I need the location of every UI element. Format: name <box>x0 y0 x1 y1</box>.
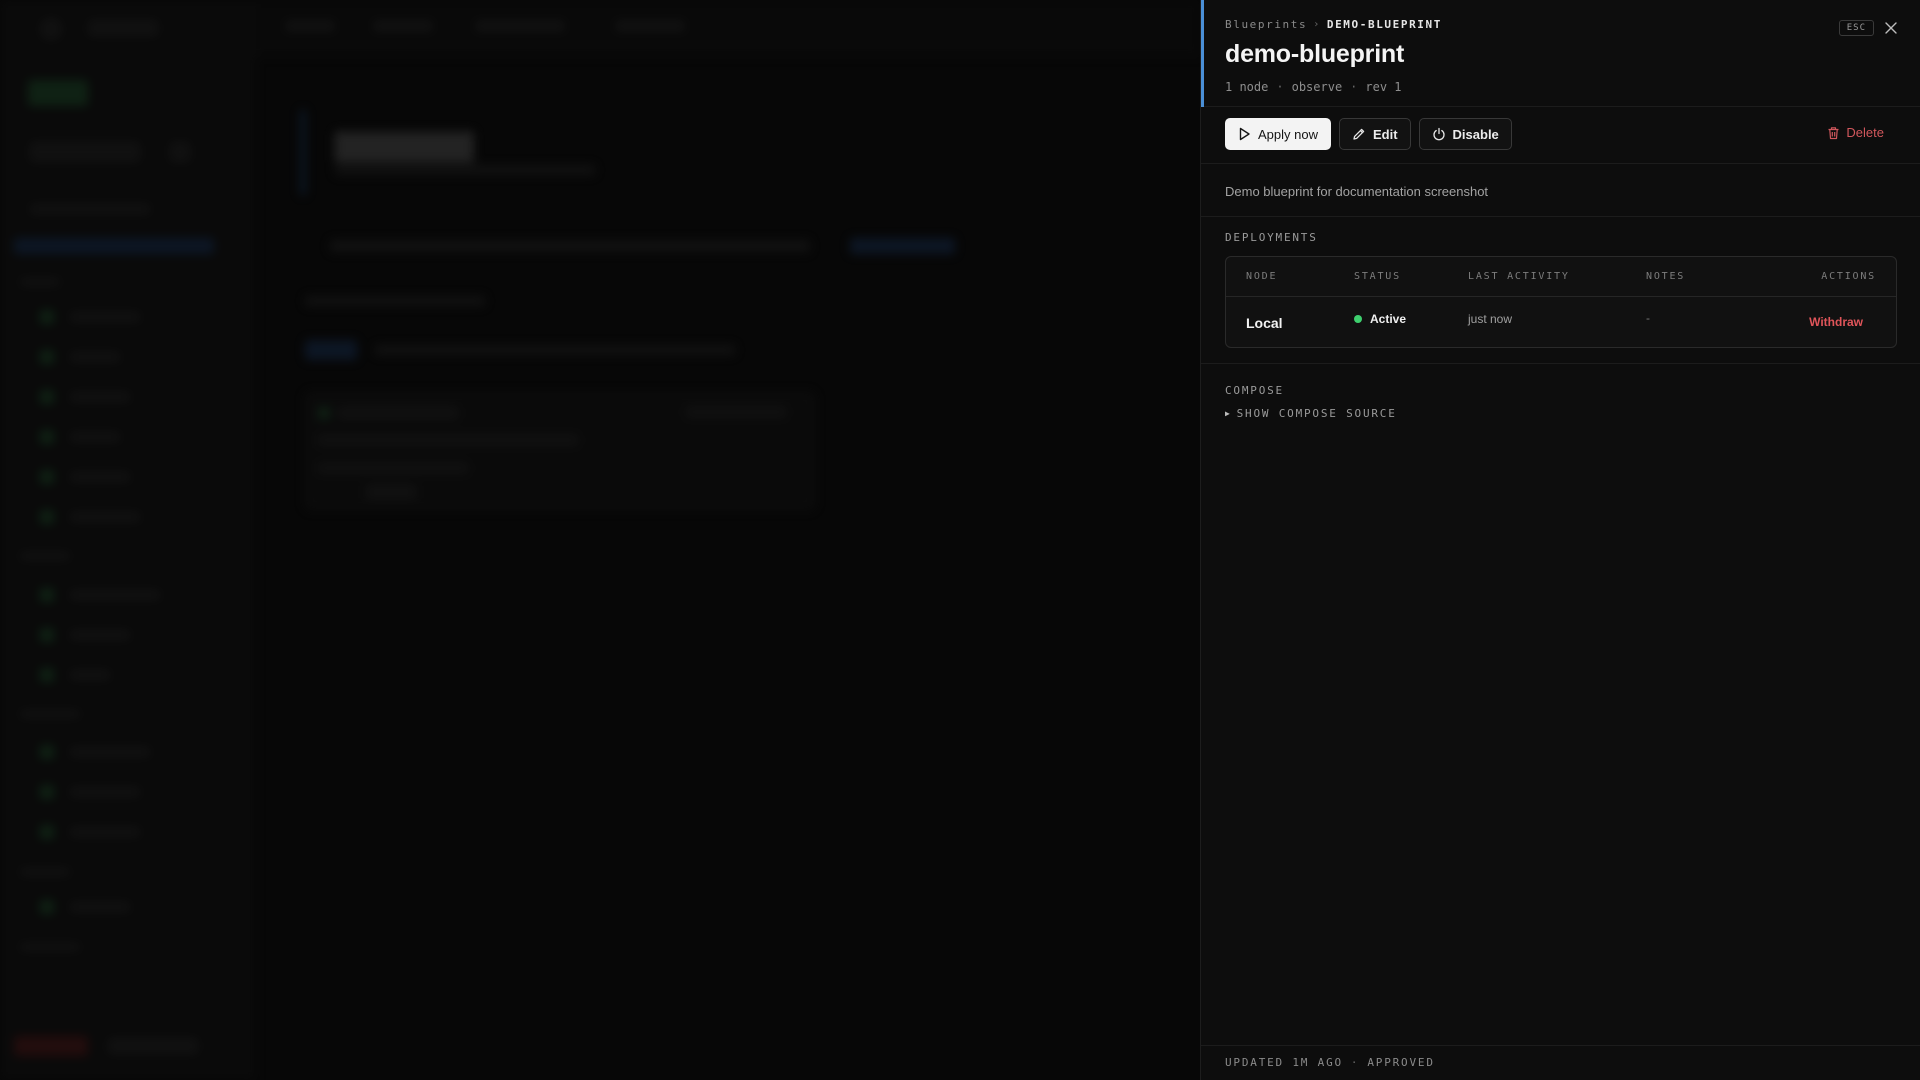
meta-revision: rev 1 <box>1365 80 1402 94</box>
blueprint-drawer: Blueprints › DEMO-BLUEPRINT demo-bluepri… <box>1200 0 1920 1080</box>
apply-now-label: Apply now <box>1258 126 1318 142</box>
last-activity: just now <box>1468 312 1513 326</box>
delete-label: Delete <box>1846 125 1884 140</box>
column-header-notes: NOTES <box>1646 271 1686 282</box>
breadcrumb-current: DEMO-BLUEPRINT <box>1326 18 1442 31</box>
drawer-footer: UPDATED 1M AGO · APPROVED <box>1201 1045 1920 1080</box>
meta-separator: · <box>1350 80 1358 94</box>
meta-separator: · <box>1276 80 1284 94</box>
column-header-last-activity: LAST ACTIVITY <box>1468 271 1570 282</box>
show-compose-source-toggle[interactable]: ▶ SHOW COMPOSE SOURCE <box>1225 407 1896 420</box>
blueprint-description: Demo blueprint for documentation screens… <box>1201 164 1920 217</box>
footer-separator: · <box>1350 1056 1360 1069</box>
deployments-heading: DEPLOYMENTS <box>1225 231 1318 244</box>
pencil-icon <box>1353 128 1365 140</box>
notes-value: - <box>1646 311 1650 325</box>
drawer-header: Blueprints › DEMO-BLUEPRINT demo-bluepri… <box>1201 0 1920 107</box>
compose-toggle-label: SHOW COMPOSE SOURCE <box>1236 407 1397 420</box>
page-title: demo-blueprint <box>1225 40 1405 68</box>
close-button[interactable] <box>1882 19 1900 37</box>
apply-now-button[interactable]: Apply now <box>1225 118 1331 150</box>
column-header-node: NODE <box>1246 271 1278 282</box>
disable-button[interactable]: Disable <box>1418 118 1512 150</box>
deployments-section: DEPLOYMENTS NODE STATUS LAST ACTIVITY NO… <box>1201 217 1920 364</box>
breadcrumb-root-link[interactable]: Blueprints <box>1225 18 1307 31</box>
edit-label: Edit <box>1372 126 1398 142</box>
status-dot-icon <box>1354 315 1362 323</box>
action-toolbar: Apply now Edit Disable Delete <box>1201 107 1920 164</box>
updated-timestamp: UPDATED 1M AGO <box>1225 1056 1343 1069</box>
background-topbar <box>255 0 1200 56</box>
table-row: Local Active just now - Withdraw <box>1226 297 1896 347</box>
blueprint-meta: 1 node · observe · rev 1 <box>1225 80 1896 94</box>
background-card <box>305 392 815 510</box>
header-accent-bar <box>1201 0 1204 107</box>
compose-section: COMPOSE ▶ SHOW COMPOSE SOURCE <box>1201 364 1920 420</box>
caret-right-icon: ▶ <box>1225 409 1232 418</box>
close-icon <box>1885 22 1897 34</box>
table-header: NODE STATUS LAST ACTIVITY NOTES ACTIONS <box>1226 257 1896 297</box>
compose-heading: COMPOSE <box>1225 384 1284 397</box>
edit-button[interactable]: Edit <box>1338 118 1411 150</box>
power-icon <box>1432 127 1445 141</box>
node-name: Local <box>1246 315 1283 331</box>
approval-state: APPROVED <box>1367 1056 1435 1069</box>
breadcrumb: Blueprints › DEMO-BLUEPRINT <box>1225 18 1896 31</box>
deployments-table: NODE STATUS LAST ACTIVITY NOTES ACTIONS … <box>1225 256 1897 348</box>
delete-button[interactable]: Delete <box>1827 125 1884 140</box>
breadcrumb-separator: › <box>1313 19 1321 30</box>
esc-hint-badge: ESC <box>1838 20 1874 36</box>
column-header-status: STATUS <box>1354 271 1401 282</box>
trash-icon <box>1828 126 1839 139</box>
status-badge: Active <box>1354 312 1468 326</box>
background-title: ▇▇▇▇▇▇ <box>335 129 474 162</box>
background-sidebar <box>0 0 255 1080</box>
column-header-actions: ACTIONS <box>1821 271 1876 282</box>
withdraw-button[interactable]: Withdraw <box>1809 315 1876 329</box>
meta-mode: observe <box>1291 80 1343 94</box>
background-app: ▇▇▇▇▇▇ <box>0 0 1200 1080</box>
disable-label: Disable <box>1452 126 1499 142</box>
meta-node-count: 1 node <box>1225 80 1269 94</box>
play-icon <box>1239 127 1250 141</box>
status-label: Active <box>1370 312 1407 326</box>
